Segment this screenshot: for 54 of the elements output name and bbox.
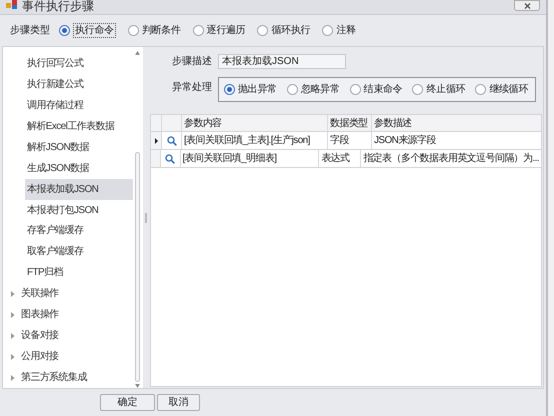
dialog-button[interactable]: 确定	[100, 394, 155, 411]
radio-option[interactable]: 判断条件	[128, 24, 181, 37]
table-cell: 字段	[328, 132, 372, 149]
collapsed-arrow-icon[interactable]	[10, 312, 15, 318]
tree-group[interactable]: 公用对接	[21, 349, 59, 364]
step-description-field[interactable]: 本报表加载JSON	[218, 54, 346, 69]
collapsed-arrow-icon[interactable]	[10, 290, 15, 297]
collapsed-arrow-icon[interactable]	[10, 354, 15, 360]
tree-group[interactable]: 第三方系统集成	[21, 370, 87, 386]
table-cell: 表达式	[319, 150, 362, 167]
current-row-icon	[154, 138, 158, 144]
dialog-button[interactable]: 取消	[157, 394, 200, 411]
close-icon	[524, 2, 530, 8]
radio-option[interactable]: 逐行遍历	[192, 24, 246, 37]
tree-item[interactable]: 本报表加载JSON	[25, 178, 133, 200]
column-header[interactable]: 参数内容	[182, 115, 328, 131]
search-icon[interactable]	[166, 136, 176, 146]
table-cell: [表间关联回填_主表].[生产json]	[182, 132, 328, 149]
radio-option[interactable]: 注释	[322, 24, 356, 37]
tree-item[interactable]: 执行新建公式	[25, 74, 133, 95]
tree-item[interactable]: 解析Excel工作表数据	[25, 116, 133, 137]
column-header[interactable]: 参数描述	[372, 115, 541, 131]
collapsed-arrow-icon[interactable]	[10, 374, 15, 381]
radio-option[interactable]: 忽略异常	[286, 83, 340, 96]
tree-group[interactable]: 图表操作	[21, 307, 59, 322]
tree-item[interactable]: 执行回写公式	[25, 53, 133, 74]
radio-option[interactable]: 循环执行	[257, 24, 310, 37]
radio-option[interactable]: 抛出异常	[224, 83, 277, 96]
table-cell-text: 指定表（多个数据表用英文逗号间隔）为...	[362, 152, 540, 166]
table-cell: [表间关联回填_明细表]	[180, 150, 320, 167]
tree-item[interactable]: 解析JSON数据	[25, 136, 133, 158]
search-icon[interactable]	[165, 154, 176, 164]
window-title: 事件执行步骤	[22, 0, 94, 13]
column-header[interactable]: 数据类型	[328, 115, 372, 131]
radio-option[interactable]: 终止循环	[412, 83, 466, 96]
close-button[interactable]	[514, 0, 540, 11]
step-description-label: 步骤描述	[172, 54, 212, 69]
tree-item[interactable]: 存客户端缓存	[25, 220, 133, 242]
step-type-label: 步骤类型	[10, 24, 50, 38]
app-icon	[6, 0, 18, 10]
tree-group[interactable]: 设备对接	[21, 328, 59, 344]
table-cell-text: JSON来源字段	[373, 134, 437, 148]
tree-item[interactable]: 调用存储过程	[25, 94, 133, 116]
tree-item[interactable]: 本报表打包JSON	[25, 200, 133, 220]
row-header[interactable]	[151, 132, 162, 149]
exception-handling-label: 异常处理	[172, 80, 212, 95]
tree-item[interactable]: FTP归档	[25, 262, 133, 284]
radio-option[interactable]: 结束命令	[350, 83, 402, 96]
scroll-up-icon[interactable]	[134, 51, 140, 55]
tree-item[interactable]: 生成JSON数据	[25, 158, 133, 179]
radio-option[interactable]: 继续循环	[475, 83, 528, 96]
collapsed-arrow-icon[interactable]	[10, 332, 15, 339]
tree-group[interactable]: 关联操作	[21, 286, 59, 302]
tree-item[interactable]: 取客户端缓存	[25, 241, 133, 262]
